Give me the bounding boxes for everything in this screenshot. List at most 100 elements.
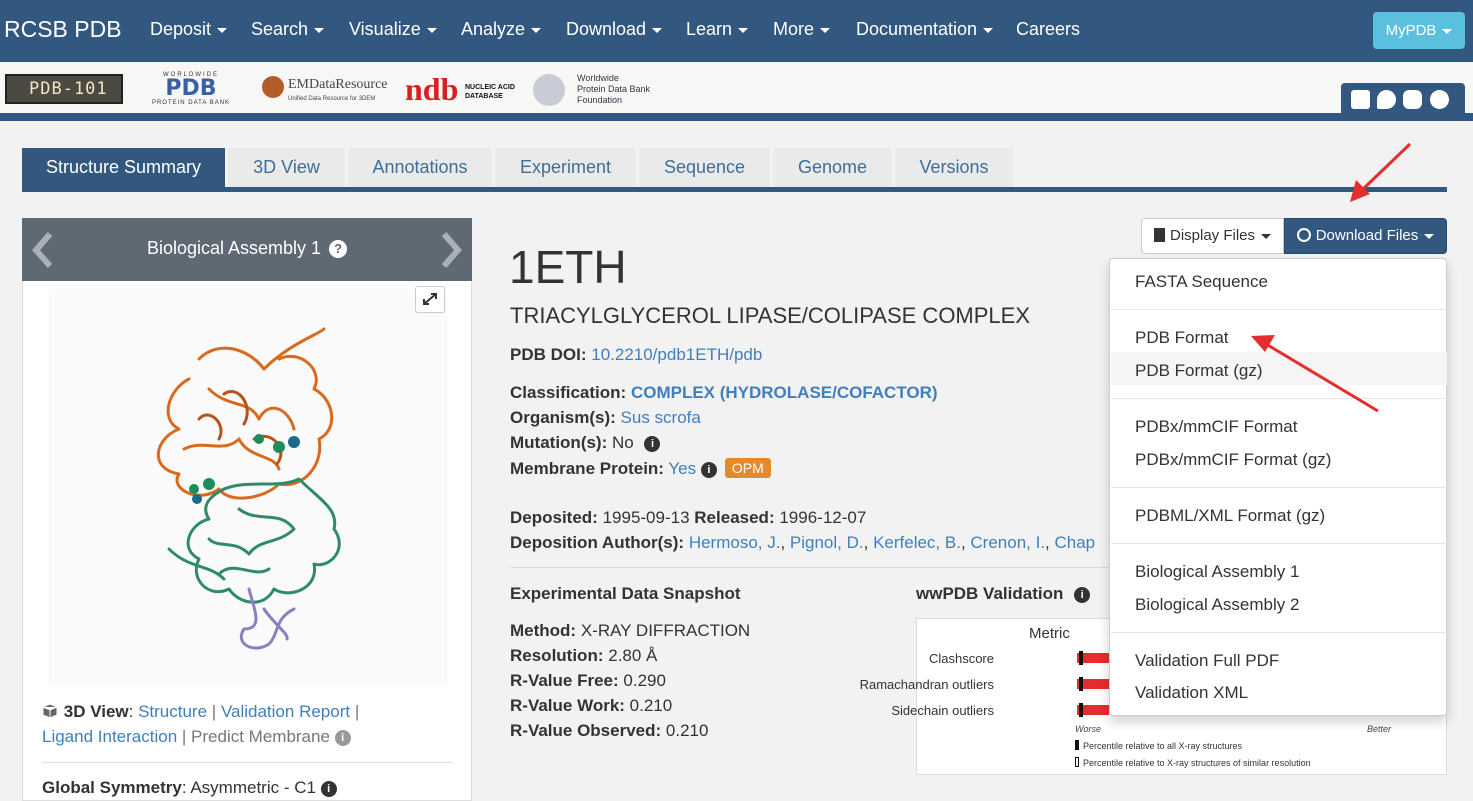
caret-down-icon [1424, 233, 1435, 239]
nav-search[interactable]: Search [251, 19, 325, 40]
author-link[interactable]: Kerfelec, B. [873, 533, 961, 552]
emdataresource-logo[interactable]: EMDataResource Unified Data Resource for… [262, 74, 388, 106]
wwpdb-foundation-logo[interactable]: Worldwide Protein Data Bank Foundation [533, 72, 663, 108]
twitter-icon[interactable] [1377, 90, 1396, 109]
nav-analyze[interactable]: Analyze [461, 19, 542, 40]
menu-item-validation-pdf[interactable]: Validation Full PDF [1135, 651, 1279, 671]
membrane-row: Membrane Protein: Yes i OPM [510, 458, 771, 479]
author-link[interactable]: Crenon, I. [970, 533, 1045, 552]
nav-careers[interactable]: Careers [1016, 19, 1080, 40]
tab-annotations[interactable]: Annotations [348, 148, 492, 188]
organism-label: Organism(s): [510, 408, 616, 427]
pdb101-logo[interactable]: PDB-101 [5, 74, 123, 104]
organism-link[interactable]: Sus scrofa [621, 408, 701, 427]
wwpdb-logo[interactable]: WORLDWIDE PDB PROTEIN DATA BANK [143, 72, 239, 108]
pdb-id: 1ETH [509, 241, 627, 293]
classification-link[interactable]: COMPLEX (HYDROLASE/COFACTOR) [631, 383, 938, 402]
tab-genome[interactable]: Genome [773, 148, 892, 188]
percentile-marker [1079, 703, 1083, 717]
github-icon[interactable] [1430, 90, 1449, 109]
separator: | [350, 702, 360, 721]
nav-label: Search [251, 19, 309, 39]
nav-download[interactable]: Download [566, 19, 663, 40]
chevron-right-icon[interactable] [438, 230, 464, 270]
author-link[interactable]: Pignol, D. [790, 533, 864, 552]
facebook-icon[interactable] [1351, 90, 1370, 109]
structure-image[interactable] [49, 289, 447, 685]
robs-row: R-Value Observed: 0.210 [510, 721, 708, 741]
released-date: 1996-12-07 [779, 508, 867, 527]
help-icon[interactable]: ? [329, 240, 348, 258]
rfree-value: 0.290 [623, 671, 666, 690]
validation-title-text: wwPDB Validation [916, 584, 1064, 603]
tab-versions[interactable]: Versions [895, 148, 1013, 188]
nav-visualize[interactable]: Visualize [349, 19, 437, 40]
caret-down-icon [983, 27, 994, 33]
nav-deposit[interactable]: Deposit [150, 19, 228, 40]
menu-item-assembly-2[interactable]: Biological Assembly 2 [1135, 595, 1299, 615]
expand-viewer-button[interactable] [415, 286, 445, 313]
tab-sequence[interactable]: Sequence [639, 148, 770, 188]
download-files-menu: FASTA Sequence PDB Format PDB Format (gz… [1109, 258, 1447, 716]
author-link[interactable]: Hermoso, J. [689, 533, 781, 552]
sidechain-label: Sidechain outliers [891, 703, 994, 718]
legend-similar: Percentile relative to X-ray structures … [1075, 757, 1311, 768]
menu-item-pdb-format[interactable]: PDB Format [1135, 328, 1229, 348]
doi-link[interactable]: 10.2210/pdb1ETH/pdb [591, 345, 762, 364]
legend-filled-icon [1075, 740, 1079, 750]
nav-label: Download [566, 19, 647, 39]
ndb-subtext-line-1: NUCLEIC ACID [465, 84, 515, 91]
info-icon[interactable]: i [700, 462, 717, 478]
tab-experiment[interactable]: Experiment [495, 148, 636, 188]
info-icon[interactable]: i [320, 781, 337, 797]
separator: | [207, 702, 221, 721]
youtube-icon[interactable] [1403, 90, 1422, 109]
tab-structure-summary[interactable]: Structure Summary [22, 148, 225, 188]
menu-item-fasta[interactable]: FASTA Sequence [1135, 272, 1268, 292]
menu-item-assembly-1[interactable]: Biological Assembly 1 [1135, 562, 1299, 582]
info-icon[interactable]: i [644, 436, 661, 452]
menu-item-pdb-format-gz[interactable]: PDB Format (gz) [1135, 361, 1263, 381]
author-link[interactable]: Chap [1055, 533, 1096, 552]
symmetry-value: : Asymmetric - C1 [181, 778, 316, 797]
display-files-button[interactable]: Display Files [1141, 218, 1284, 254]
mypdb-button[interactable]: MyPDB [1373, 12, 1465, 49]
ndb-logo-subtext: NUCLEIC ACID DATABASE [465, 83, 515, 101]
expand-icon [423, 293, 437, 305]
authors-label: Deposition Author(s): [510, 533, 685, 552]
download-files-button[interactable]: Download Files [1284, 218, 1447, 254]
menu-item-mmcif[interactable]: PDBx/mmCIF Format [1135, 417, 1297, 437]
ndb-logo[interactable]: ndb NUCLEIC ACID DATABASE [405, 71, 517, 107]
caret-down-icon [1442, 28, 1453, 34]
menu-item-pdbml[interactable]: PDBML/XML Format (gz) [1135, 506, 1325, 526]
nav-documentation[interactable]: Documentation [856, 19, 994, 40]
ligand-interaction-link[interactable]: Ligand Interaction [42, 727, 177, 746]
top-navbar: RCSB PDB Deposit Search Visualize Analyz… [0, 0, 1473, 62]
classification-row: Classification: COMPLEX (HYDROLASE/COFAC… [510, 383, 938, 403]
membrane-label: Membrane Protein: [510, 459, 664, 478]
nav-more[interactable]: More [773, 19, 831, 40]
foundation-line-1: Worldwide [577, 73, 619, 83]
method-row: Method: X-RAY DIFFRACTION [510, 621, 750, 641]
social-links [1341, 83, 1465, 115]
wwpdb-logo-bottom: PROTEIN DATA BANK [151, 100, 231, 106]
dates-row: Deposited: 1995-09-13 Released: 1996-12-… [510, 508, 866, 528]
menu-item-mmcif-gz[interactable]: PDBx/mmCIF Format (gz) [1135, 450, 1331, 470]
menu-item-validation-xml[interactable]: Validation XML [1135, 683, 1248, 703]
membrane-link[interactable]: Yes [668, 459, 696, 478]
structure-link[interactable]: Structure [138, 702, 207, 721]
foundation-line-3: Foundation [577, 95, 623, 105]
opm-badge[interactable]: OPM [724, 458, 771, 478]
tab-3d-view[interactable]: 3D View [228, 148, 345, 188]
validation-report-link[interactable]: Validation Report [221, 702, 350, 721]
brand-logo[interactable]: RCSB PDB [4, 16, 122, 43]
released-label: Released: [694, 508, 775, 527]
info-icon[interactable]: i [334, 730, 351, 746]
caret-down-icon [1261, 233, 1272, 239]
predict-membrane-link[interactable]: Predict Membrane [191, 727, 330, 746]
separator: | [177, 727, 192, 746]
nav-learn[interactable]: Learn [686, 19, 749, 40]
protein-structure-illustration [156, 327, 341, 650]
info-icon[interactable]: i [1074, 587, 1091, 603]
doi-label: PDB DOI: [510, 345, 587, 364]
